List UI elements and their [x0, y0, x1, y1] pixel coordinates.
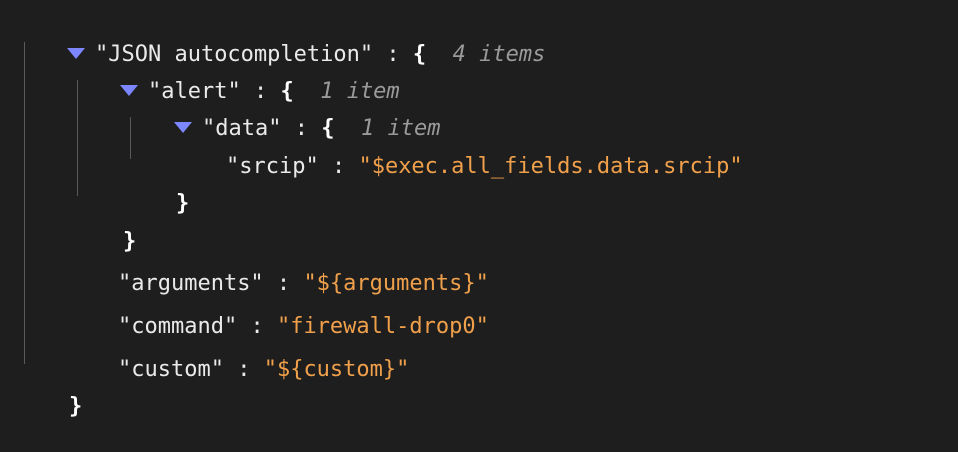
- item-count: 4 items: [452, 42, 546, 67]
- tree-node-alert[interactable]: "alert" : { 1 item: [67, 47, 400, 104]
- close-brace: }: [68, 394, 83, 419]
- tree-node-root[interactable]: "JSON autocompletion" : { 4 items: [14, 10, 545, 67]
- tree-leaf-arguments[interactable]: "arguments" : "${arguments}": [65, 239, 489, 296]
- tree-leaf-command[interactable]: "command" : "firewall-drop0": [65, 282, 489, 339]
- json-tree-viewer: "JSON autocompletion" : { 4 items "alert…: [0, 0, 958, 419]
- tree-leaf-srcip[interactable]: "srcip" : "$exec.all_fields.data.srcip": [173, 122, 743, 179]
- leaf-key: "srcip": [225, 154, 319, 179]
- open-brace: {: [412, 42, 427, 67]
- close-brace-data: }: [123, 159, 189, 216]
- close-brace-root: }: [16, 362, 82, 419]
- close-brace-alert: }: [70, 197, 136, 254]
- leaf-key: "custom": [117, 357, 224, 382]
- tree-leaf-custom[interactable]: "custom" : "${custom}": [65, 325, 409, 382]
- leaf-string-value: "${custom}": [263, 357, 410, 382]
- leaf-string-value: "$exec.all_fields.data.srcip": [358, 154, 743, 179]
- leaf-colon: :: [318, 154, 359, 179]
- leaf-colon: :: [223, 357, 264, 382]
- tree-node-data[interactable]: "data" : { 1 item: [121, 84, 440, 141]
- close-brace: }: [175, 191, 190, 216]
